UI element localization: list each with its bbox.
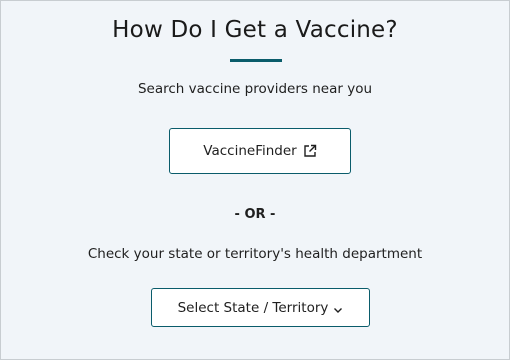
chevron-down-icon bbox=[333, 303, 343, 313]
search-providers-text: Search vaccine providers near you bbox=[137, 81, 373, 97]
vaccinefinder-button[interactable]: VaccineFinder bbox=[169, 128, 351, 174]
vaccine-card: How Do I Get a Vaccine? Search vaccine p… bbox=[0, 0, 510, 360]
page-title: How Do I Get a Vaccine? bbox=[112, 17, 398, 43]
external-link-icon bbox=[303, 144, 317, 158]
state-health-department-text: Check your state or territory's health d… bbox=[87, 246, 423, 262]
vaccinefinder-button-label: VaccineFinder bbox=[203, 143, 297, 159]
state-territory-select[interactable]: Select State / Territory bbox=[151, 288, 370, 327]
or-divider: - OR - bbox=[234, 207, 276, 222]
state-select-value: Select State / Territory bbox=[177, 299, 329, 316]
title-underline bbox=[230, 59, 282, 62]
